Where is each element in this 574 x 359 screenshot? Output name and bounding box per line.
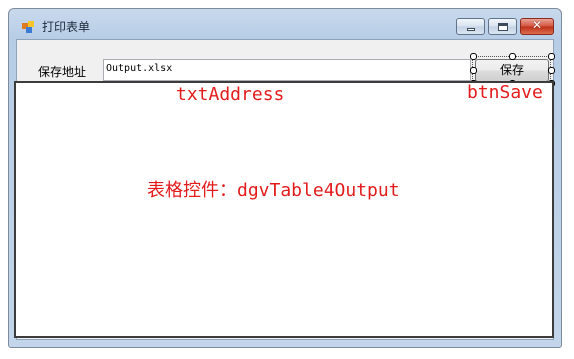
resize-handle[interactable] bbox=[548, 67, 555, 74]
window-title: 打印表单 bbox=[42, 20, 91, 34]
maximize-button[interactable] bbox=[488, 18, 517, 35]
form-icon bbox=[22, 21, 34, 33]
save-button[interactable]: 保存 bbox=[475, 59, 549, 82]
resize-handle[interactable] bbox=[470, 53, 477, 60]
minimize-button[interactable] bbox=[456, 18, 485, 35]
resize-handle[interactable] bbox=[509, 53, 516, 60]
annotation-txt-address: txtAddress bbox=[176, 84, 285, 105]
resize-handle[interactable] bbox=[548, 53, 555, 60]
annotation-grid: 表格控件：dgvTable4Output bbox=[147, 180, 400, 201]
annotation-btn-save: btnSave bbox=[467, 82, 543, 103]
address-input[interactable]: Output.xlsx bbox=[103, 59, 471, 81]
address-label: 保存地址 bbox=[38, 65, 87, 79]
data-grid-view[interactable] bbox=[14, 81, 554, 338]
title-bar[interactable]: 打印表单 bbox=[9, 9, 561, 39]
resize-handle[interactable] bbox=[470, 67, 477, 74]
close-button[interactable] bbox=[520, 18, 554, 35]
